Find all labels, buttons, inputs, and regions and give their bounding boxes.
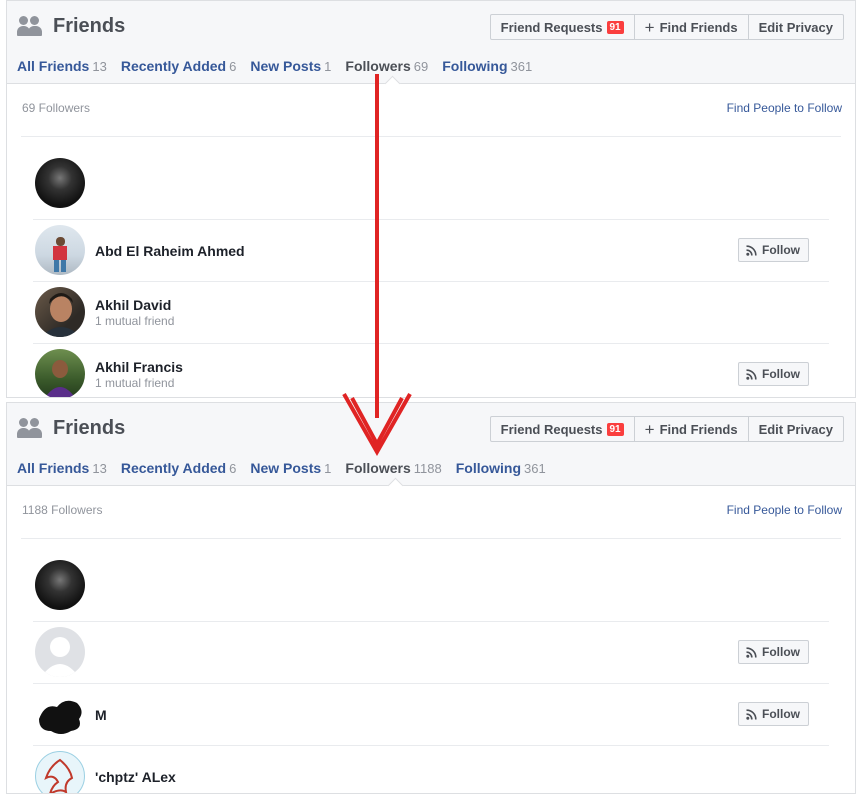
list-item: Akhil David 1 mutual friend <box>33 282 829 344</box>
find-friends-button[interactable]: + Find Friends <box>633 416 749 442</box>
tab-following[interactable]: Following 361 <box>442 58 532 74</box>
friend-requests-badge: 91 <box>606 20 624 34</box>
follower-name[interactable]: 'chptz' ALex <box>95 769 176 785</box>
friend-requests-button[interactable]: Friend Requests 91 <box>489 14 635 40</box>
followers-list: Follow M Follow 'chptz' ALex <box>7 539 855 793</box>
mutual-friends[interactable]: 1 mutual friend <box>95 314 174 328</box>
tab-followers[interactable]: Followers 69 <box>345 58 428 74</box>
find-friends-button[interactable]: + Find Friends <box>633 14 749 40</box>
friend-requests-label: Friend Requests <box>500 19 603 35</box>
edit-privacy-label: Edit Privacy <box>758 421 833 437</box>
edit-privacy-button[interactable]: Edit Privacy <box>747 416 844 442</box>
tab-following[interactable]: Following 361 <box>456 460 546 476</box>
edit-privacy-button[interactable]: Edit Privacy <box>747 14 844 40</box>
list-item: Abd El Raheim Ahmed Follow <box>33 220 829 282</box>
avatar[interactable] <box>35 158 85 208</box>
find-friends-label: Find Friends <box>659 19 738 35</box>
list-item <box>33 560 829 622</box>
friend-requests-label: Friend Requests <box>500 421 603 437</box>
follower-name[interactable]: Akhil Francis <box>95 359 183 375</box>
follower-name[interactable]: Akhil David <box>95 297 171 313</box>
followers-count: 1188 Followers <box>22 503 103 517</box>
rss-icon <box>746 708 757 720</box>
list-item: 'chptz' ALex <box>33 746 829 793</box>
edit-privacy-label: Edit Privacy <box>758 19 833 35</box>
find-people-link[interactable]: Find People to Follow <box>727 101 842 115</box>
friends-tabs: All Friends 13 Recently Added 6 New Posts 1… <box>17 460 560 476</box>
tab-all-friends[interactable]: All Friends 13 <box>17 58 107 74</box>
friend-requests-button[interactable]: Friend Requests 91 <box>489 416 635 442</box>
friends-header: Friends Friend Requests 91 + Find Friend… <box>7 403 855 494</box>
rss-icon <box>746 244 757 256</box>
tab-all-friends[interactable]: All Friends 13 <box>17 460 107 476</box>
friends-tabs: All Friends 13 Recently Added 6 New Posts 1… <box>17 58 546 74</box>
list-item: Follow <box>33 622 829 684</box>
mutual-friends[interactable]: 1 mutual friend <box>95 376 174 390</box>
follow-button[interactable]: Follow <box>738 702 809 726</box>
page-title: Friends <box>53 417 126 439</box>
page-title: Friends <box>53 15 126 37</box>
plus-icon: + <box>644 17 655 37</box>
friends-icon <box>17 417 43 440</box>
tab-new-posts[interactable]: New Posts 1 <box>250 460 331 476</box>
avatar[interactable] <box>35 689 85 739</box>
friend-requests-badge: 91 <box>606 422 624 436</box>
follow-button[interactable]: Follow <box>738 238 809 262</box>
find-friends-label: Find Friends <box>659 421 738 437</box>
tab-recently-added[interactable]: Recently Added 6 <box>121 460 237 476</box>
avatar[interactable] <box>35 225 85 275</box>
followers-count: 69 Followers <box>22 101 91 115</box>
follow-button[interactable]: Follow <box>738 640 809 664</box>
list-item <box>33 158 829 220</box>
follow-button[interactable]: Follow <box>738 362 809 386</box>
tab-new-posts[interactable]: New Posts 1 <box>250 58 331 74</box>
tab-recently-added[interactable]: Recently Added 6 <box>121 58 237 74</box>
plus-icon: + <box>644 419 655 439</box>
friends-panel-before: Friends Friend Requests 91 + Find Friend… <box>6 0 856 398</box>
friends-icon <box>17 15 43 38</box>
tab-followers[interactable]: Followers 1188 <box>345 460 441 476</box>
rss-icon <box>746 646 757 658</box>
avatar[interactable] <box>35 287 85 337</box>
friends-header: Friends Friend Requests 91 + Find Friend… <box>7 1 855 92</box>
follower-name[interactable]: Abd El Raheim Ahmed <box>95 243 245 259</box>
rss-icon <box>746 368 757 380</box>
avatar[interactable] <box>35 751 85 793</box>
find-people-link[interactable]: Find People to Follow <box>727 503 842 517</box>
follower-name[interactable]: M <box>95 707 107 723</box>
avatar[interactable] <box>35 349 85 397</box>
friends-panel-after: Friends Friend Requests 91 + Find Friend… <box>6 402 856 794</box>
default-avatar[interactable] <box>35 627 85 677</box>
avatar[interactable] <box>35 560 85 610</box>
followers-list: Abd El Raheim Ahmed Follow Akhil David 1… <box>7 137 855 397</box>
list-item: M Follow <box>33 684 829 746</box>
list-item: Akhil Francis 1 mutual friend Follow <box>33 344 829 397</box>
